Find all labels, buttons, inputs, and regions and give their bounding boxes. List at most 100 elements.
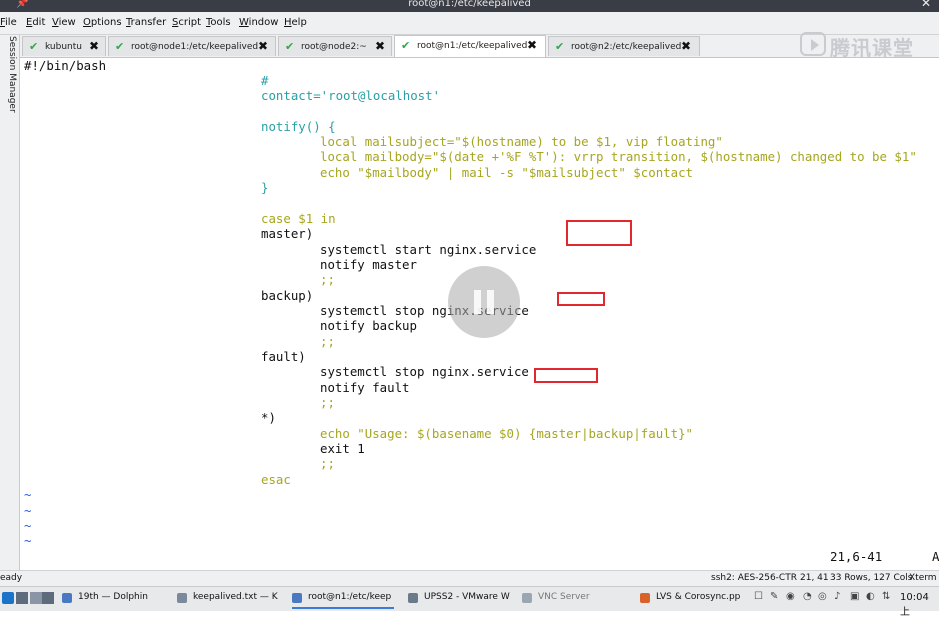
tab-n2-keepalived[interactable]: ✔ root@n2:/etc/keepalived ✖ — [548, 36, 700, 56]
code-line: contact='root@localhost' — [261, 88, 441, 103]
code-line: *) — [261, 410, 276, 425]
code-line: exit 1 — [320, 441, 365, 456]
status-size: 33 Rows, 127 Cols — [830, 573, 913, 583]
tray-icon[interactable]: ♪ — [834, 591, 840, 602]
code-line: ;; — [320, 395, 335, 410]
tab-n1-keepalived[interactable]: ✔ root@n1:/etc/keepalived ✖ — [394, 35, 546, 57]
window-titlebar: 📌 root@n1:/etc/keepalived ✕ — [0, 0, 939, 12]
code-line: esac — [261, 472, 291, 487]
tray-icon[interactable]: ✎ — [770, 591, 778, 602]
status-ready: eady — [0, 573, 23, 583]
empty-line-tilde: ~ — [24, 487, 32, 502]
task-kate[interactable]: keepalived.txt — K — [177, 591, 281, 607]
menu-tools[interactable]: Tools — [206, 17, 231, 28]
code-line: systemctl start nginx.service — [320, 242, 537, 257]
tab-close-icon[interactable]: ✖ — [89, 39, 99, 53]
menu-edit[interactable]: Edit — [26, 17, 45, 28]
task-presentation[interactable]: LVS & Corosync.pp — [640, 591, 744, 607]
tab-close-icon[interactable]: ✖ — [258, 39, 268, 53]
code-line: notify master — [320, 257, 417, 272]
connected-check-icon: ✔ — [29, 40, 39, 53]
task-vnc[interactable]: VNC Server — [522, 591, 626, 607]
code-line: echo "Usage: $(basename $0) {master|back… — [320, 426, 693, 441]
code-line: #!/bin/bash — [24, 58, 107, 73]
tab-node1-keepalived[interactable]: ✔ root@node1:/etc/keepalived ✖ — [108, 36, 276, 56]
task-vmware[interactable]: UPSS2 - VMware W — [408, 591, 512, 607]
code-line: local mailbody="$(date +'%F %T'): vrrp t… — [320, 149, 917, 164]
code-line: notify() { — [261, 119, 336, 134]
highlight-box — [534, 368, 598, 383]
clock[interactable]: 10:04 上 — [900, 592, 939, 618]
tray-icon[interactable]: ☐ — [754, 591, 763, 602]
cursor-position: 21,6-41 — [830, 549, 883, 564]
code-line: echo "$mailbody" | mail -s "$mailsubject… — [320, 165, 693, 180]
task-terminal[interactable]: root@n1:/etc/keep — [292, 591, 394, 609]
taskbar: 19th — Dolphin keepalived.txt — K root@n… — [0, 586, 939, 618]
tray-icon[interactable]: ◎ — [818, 591, 827, 602]
terminal-icon — [292, 593, 302, 603]
status-cursor: 21, 41 — [800, 573, 829, 583]
highlight-box — [557, 292, 605, 306]
empty-line-tilde: ~ — [24, 533, 32, 548]
menu-options[interactable]: Options — [83, 17, 122, 28]
code-line: ;; — [320, 456, 335, 471]
app-launcher-icon[interactable] — [2, 592, 14, 604]
connected-check-icon: ✔ — [555, 40, 565, 53]
empty-line-tilde: ~ — [24, 518, 32, 533]
menu-transfer[interactable]: Transfer — [126, 17, 166, 28]
window-title: root@n1:/etc/keepalived — [408, 0, 531, 9]
highlight-box — [566, 220, 632, 246]
status-bar: eady ssh2: AES-256-CTR 21, 41 33 Rows, 1… — [0, 570, 939, 587]
show-desktop-icon[interactable] — [16, 592, 28, 604]
tray-icon[interactable]: ◉ — [786, 591, 795, 602]
empty-line-tilde: ~ — [24, 503, 32, 518]
vnc-icon — [522, 593, 532, 603]
play-logo-icon — [800, 32, 826, 56]
close-icon[interactable]: ✕ — [921, 0, 931, 9]
pause-overlay-icon[interactable] — [448, 266, 520, 338]
code-line: master) — [261, 226, 314, 241]
scroll-indicator: A — [932, 549, 939, 564]
session-manager-label[interactable]: Session Manager — [7, 36, 17, 116]
code-line: ;; — [320, 334, 335, 349]
menu-bar: File Edit View Options Transfer Script T… — [0, 12, 939, 35]
connected-check-icon: ✔ — [401, 39, 411, 52]
code-line: backup) — [261, 288, 314, 303]
status-terminal-type: Xterm — [909, 573, 937, 583]
code-line: notify backup — [320, 318, 417, 333]
tab-close-icon[interactable]: ✖ — [681, 39, 691, 53]
menu-window[interactable]: Window — [239, 17, 278, 28]
tray-icon[interactable]: ◐ — [866, 591, 875, 602]
tray-icon[interactable]: ⇅ — [882, 591, 890, 602]
tray-icon[interactable]: ◔ — [803, 591, 812, 602]
menu-help[interactable]: Help — [284, 17, 307, 28]
workspace-icon[interactable] — [42, 592, 54, 604]
connected-check-icon: ✔ — [285, 40, 295, 53]
code-line: } — [261, 180, 269, 195]
tab-close-icon[interactable]: ✖ — [527, 38, 537, 52]
session-manager-panel[interactable]: Session Manager — [0, 35, 20, 583]
menu-script[interactable]: Script — [172, 17, 201, 28]
menu-file[interactable]: File — [0, 17, 17, 28]
connected-check-icon: ✔ — [115, 40, 125, 53]
tab-close-icon[interactable]: ✖ — [375, 39, 385, 53]
text-editor-icon — [177, 593, 187, 603]
code-line: fault) — [261, 349, 306, 364]
tab-node2[interactable]: ✔ root@node2:~ ✖ — [278, 36, 392, 56]
vmware-icon — [408, 593, 418, 603]
task-dolphin[interactable]: 19th — Dolphin — [62, 591, 166, 607]
status-encryption: ssh2: AES-256-CTR — [711, 573, 797, 583]
tencent-classroom-watermark: 腾讯课堂 — [800, 30, 939, 60]
code-line: ;; — [320, 272, 335, 287]
workspace-icon[interactable] — [30, 592, 42, 604]
menu-view[interactable]: View — [52, 17, 76, 28]
tray-icon[interactable]: ▣ — [850, 591, 859, 602]
code-line: systemctl stop nginx.service — [320, 364, 529, 379]
code-line: notify fault — [320, 380, 410, 395]
code-line: case $1 in — [261, 211, 336, 226]
presentation-icon — [640, 593, 650, 603]
code-line: # — [261, 73, 269, 88]
tab-kubuntu[interactable]: ✔ kubuntu ✖ — [22, 36, 106, 56]
code-line: local mailsubject="$(hostname) to be $1,… — [320, 134, 723, 149]
folder-icon — [62, 593, 72, 603]
